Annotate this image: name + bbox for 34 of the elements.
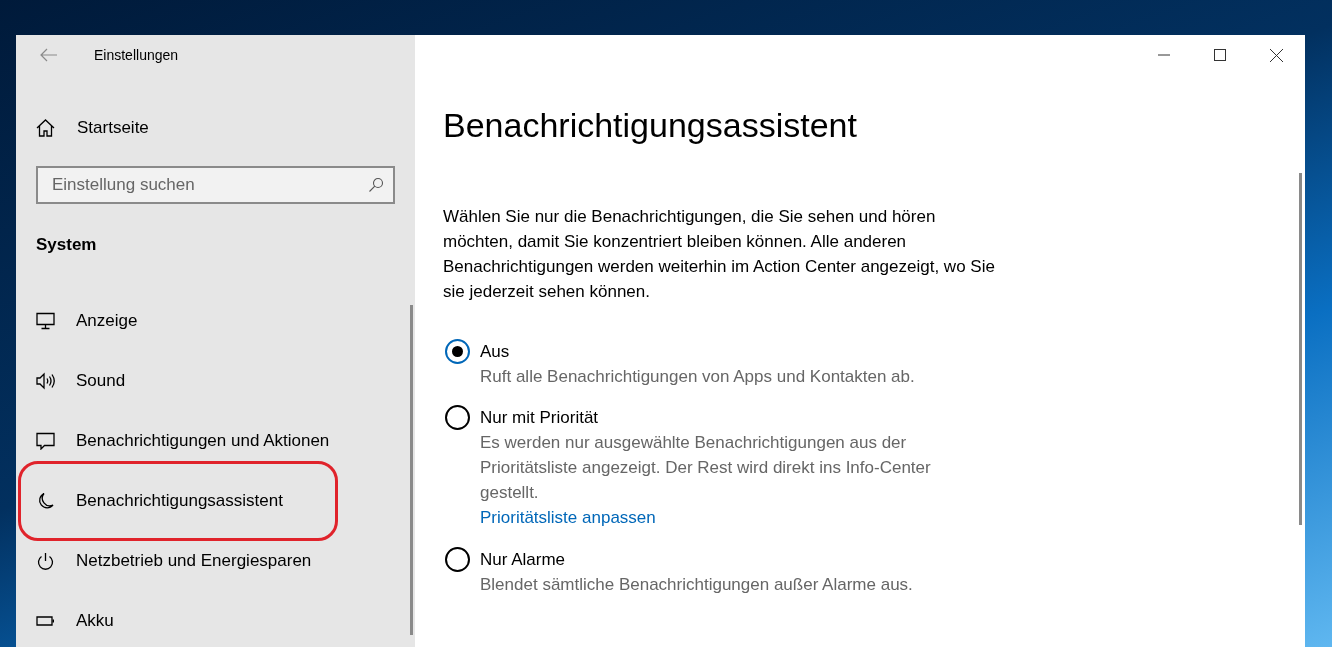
settings-link[interactable]: Prioritätsliste anpassen [480,505,656,530]
window-title: Einstellungen [94,45,179,65]
close-icon[interactable] [1270,48,1283,62]
radio-button[interactable] [445,546,470,572]
display-icon [36,312,55,330]
page-description: Wählen Sie nur die Benachrichtigungen, die Sie sehen und hören möchten, damit Sie konzentriert bleiben können. Alle anderen Benachrichtigungen werden weiterhin im Action Center angezeigt, wo Sie sie jederzeit sehen können. [443,206,996,303]
option-description: Blendet sämtliche Benachrichtigungen außer Alarme aus. [480,573,914,596]
search-field[interactable]: Einstellung suchen [36,165,395,204]
section-heading: System [36,233,98,256]
scrollbar[interactable] [1299,173,1302,525]
option-description: Es werden nur ausgewählte Benachrichtigungen aus der Prioritätsliste angezeigt. Der Rest wird direkt ins Info-Center gestellt. [480,432,932,504]
speech-bubble-icon [36,432,55,450]
sidebar-item[interactable]: Anzeige [36,291,395,351]
radio-button[interactable] [445,405,470,430]
search-icon[interactable] [368,176,384,193]
moon-icon [36,492,55,510]
sidebar-item[interactable]: Benachrichtigungen und Aktionen [36,411,395,471]
sidebar-item[interactable]: Sound [36,351,395,411]
option-label: Nur Alarme [480,548,567,571]
sidebar-item[interactable]: Netzbetrieb und Energiesparen [36,531,395,591]
page-title: Benachrichtigungsassistent [443,105,858,146]
option-description: Ruft alle Benachrichtigungen von Apps und Kontakten ab. [480,366,916,388]
radio-button[interactable] [445,339,470,364]
maximize-icon[interactable] [1214,49,1226,61]
scrollbar[interactable] [410,305,413,635]
speaker-icon [36,372,55,390]
back-arrow-icon[interactable] [40,48,58,62]
home-link[interactable]: Startseite [77,115,149,141]
home-icon [36,118,55,137]
sidebar-item[interactable]: Akku [36,591,395,647]
power-icon [36,552,55,570]
option-label: Nur mit Priorität [480,407,600,429]
sidebar-item[interactable]: Benachrichtigungsassistent [36,471,335,531]
option-label: Aus [480,341,511,363]
